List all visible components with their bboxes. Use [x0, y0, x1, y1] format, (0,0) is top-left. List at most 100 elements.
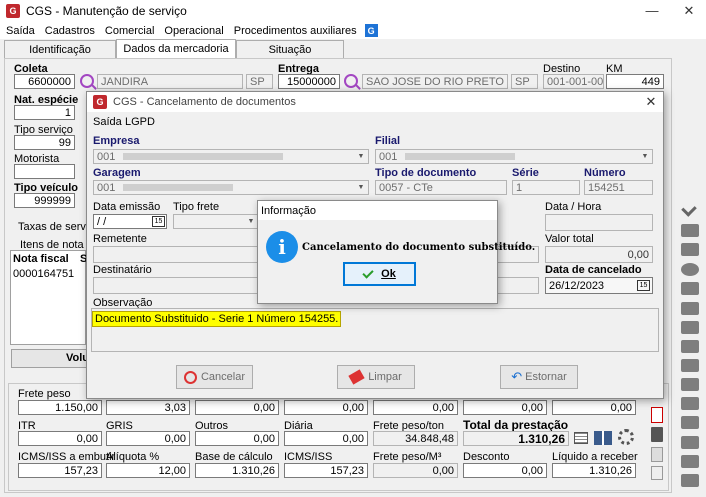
tool-icon[interactable]: [681, 224, 699, 237]
base-calculo-label: Base de cálculo: [195, 451, 273, 463]
menu-operacional[interactable]: Operacional: [164, 25, 223, 37]
estornar-button[interactable]: ↶ Estornar: [500, 365, 578, 389]
total-prestacao-label: Total da prestação: [463, 418, 569, 432]
tool-icon[interactable]: [681, 263, 699, 276]
liquido-field[interactable]: 1.310,26: [552, 463, 636, 478]
ok-button[interactable]: Ok: [343, 262, 416, 286]
garagem-select[interactable]: 001 ▼: [93, 180, 369, 195]
tool-icon[interactable]: [681, 474, 699, 487]
total-prestacao-field: 1.310,26: [463, 431, 569, 446]
value-field[interactable]: 0,00: [552, 400, 636, 415]
cancel-icon: [183, 370, 197, 384]
menu-saida[interactable]: Saída: [6, 25, 35, 37]
table-row[interactable]: 0000164751: [13, 268, 74, 280]
calendar-icon[interactable]: 15: [637, 280, 650, 291]
tool-icon[interactable]: [681, 282, 699, 295]
numero-field: 154251: [584, 180, 653, 195]
tool-icon[interactable]: [681, 455, 699, 468]
dialog-menu-saida[interactable]: Saída: [93, 116, 122, 128]
book-icon[interactable]: [594, 431, 612, 445]
cancelar-label: Cancelar: [200, 371, 246, 383]
value-field[interactable]: 0,00: [463, 400, 547, 415]
menu-cadastros[interactable]: Cadastros: [45, 25, 95, 37]
gris-field[interactable]: 0,00: [106, 431, 190, 446]
tool-icon[interactable]: [681, 321, 699, 334]
tool-icon[interactable]: [681, 359, 699, 372]
valor-total-field: 0,00: [545, 246, 653, 263]
tipo-frete-label: Tipo frete: [173, 201, 220, 213]
data-emissao-field[interactable]: / / 15: [93, 214, 167, 229]
tipo-documento-label: Tipo de documento: [375, 167, 477, 179]
dialog-menu-lgpd[interactable]: LGPD: [125, 116, 155, 128]
data-cancelado-field[interactable]: 26/12/2023 15: [545, 277, 653, 294]
window-titlebar: G CGS - Manutenção de serviço — ✕: [0, 0, 706, 22]
serie-field: 1: [512, 180, 580, 195]
tab-situacao[interactable]: Situação: [236, 40, 344, 58]
value-field[interactable]: 3,03: [106, 400, 190, 415]
tipo-documento-select[interactable]: 0057 - CTe: [375, 180, 507, 195]
icms-embutir-field[interactable]: 157,23: [18, 463, 102, 478]
coleta-uf-field: SP: [246, 74, 273, 89]
value-field[interactable]: 0,00: [195, 400, 279, 415]
cancelar-button[interactable]: Cancelar: [176, 365, 253, 389]
aliquota-field[interactable]: 12,00: [106, 463, 190, 478]
close-button[interactable]: ✕: [680, 3, 698, 19]
chevron-down-icon: ▼: [641, 153, 649, 160]
frete-peso-field[interactable]: 1.150,00: [18, 400, 102, 415]
data-hora-field: [545, 214, 653, 231]
tool-icon[interactable]: [681, 397, 699, 410]
tipo-frete-select[interactable]: ▼: [173, 214, 259, 229]
settings-icon[interactable]: [618, 429, 634, 445]
tool-icon[interactable]: [681, 416, 699, 429]
empresa-select[interactable]: 001 ▼: [93, 149, 369, 164]
value-field[interactable]: 0,00: [284, 400, 368, 415]
icms-field[interactable]: 157,23: [284, 463, 368, 478]
km-field[interactable]: 449: [606, 74, 664, 89]
motorista-field[interactable]: [14, 164, 75, 179]
nat-especie-field[interactable]: 1: [14, 105, 75, 120]
tab-dados-mercadoria[interactable]: Dados da mercadoria: [116, 39, 236, 58]
entrega-uf-field: SP: [511, 74, 538, 89]
tool-icon[interactable]: [681, 378, 699, 391]
dialog-close-button[interactable]: ✕: [642, 94, 660, 110]
entrega-search-icon[interactable]: [344, 74, 358, 88]
redacted-text: [123, 153, 284, 160]
minimize-button[interactable]: —: [643, 3, 661, 18]
tool-icon[interactable]: [681, 243, 699, 256]
outros-field[interactable]: 0,00: [195, 431, 279, 446]
tool-icon[interactable]: [681, 340, 699, 353]
help-icon[interactable]: G: [364, 24, 378, 37]
tab-identificacao[interactable]: Identificação: [4, 40, 116, 58]
check-icon: [362, 266, 374, 279]
diaria-field[interactable]: 0,00: [284, 431, 368, 446]
limpar-button[interactable]: Limpar: [337, 365, 415, 389]
calculator-icon[interactable]: [574, 432, 588, 444]
filial-select[interactable]: 001 ▼: [375, 149, 653, 164]
liquido-label: Líquido a receber: [552, 451, 638, 463]
data-hora-label: Data / Hora: [545, 201, 602, 213]
base-calculo-field[interactable]: 1.310,26: [195, 463, 279, 478]
coleta-code-field[interactable]: 6600000: [14, 74, 75, 89]
document-icon[interactable]: [651, 447, 663, 462]
value-field[interactable]: 0,00: [373, 400, 458, 415]
entrega-code-field[interactable]: 15000000: [278, 74, 340, 89]
menu-comercial[interactable]: Comercial: [105, 25, 155, 37]
tipo-servico-field[interactable]: 99: [14, 135, 75, 150]
menu-procedimentos[interactable]: Procedimentos auxiliares: [234, 25, 357, 37]
tool-icon[interactable]: [681, 436, 699, 449]
message-titlebar: Informação: [258, 201, 497, 220]
taxas-tab[interactable]: Taxas de serviç: [18, 221, 94, 233]
data-emissao-value: / /: [97, 215, 107, 228]
calculator-small-icon[interactable]: [651, 427, 663, 442]
empresa-value: 001: [97, 150, 116, 163]
pdf-icon[interactable]: [651, 407, 663, 423]
tipo-veiculo-field[interactable]: 999999: [14, 193, 75, 208]
chevron-down-icon: ▼: [357, 184, 365, 191]
itr-field[interactable]: 0,00: [18, 431, 102, 446]
tab-strip: Identificação Dados da mercadoria Situaç…: [0, 39, 706, 58]
file-icon[interactable]: [651, 466, 663, 480]
calendar-icon[interactable]: 15: [152, 216, 165, 227]
coleta-search-icon[interactable]: [80, 74, 94, 88]
tool-icon[interactable]: [681, 302, 699, 315]
desconto-field[interactable]: 0,00: [463, 463, 547, 478]
